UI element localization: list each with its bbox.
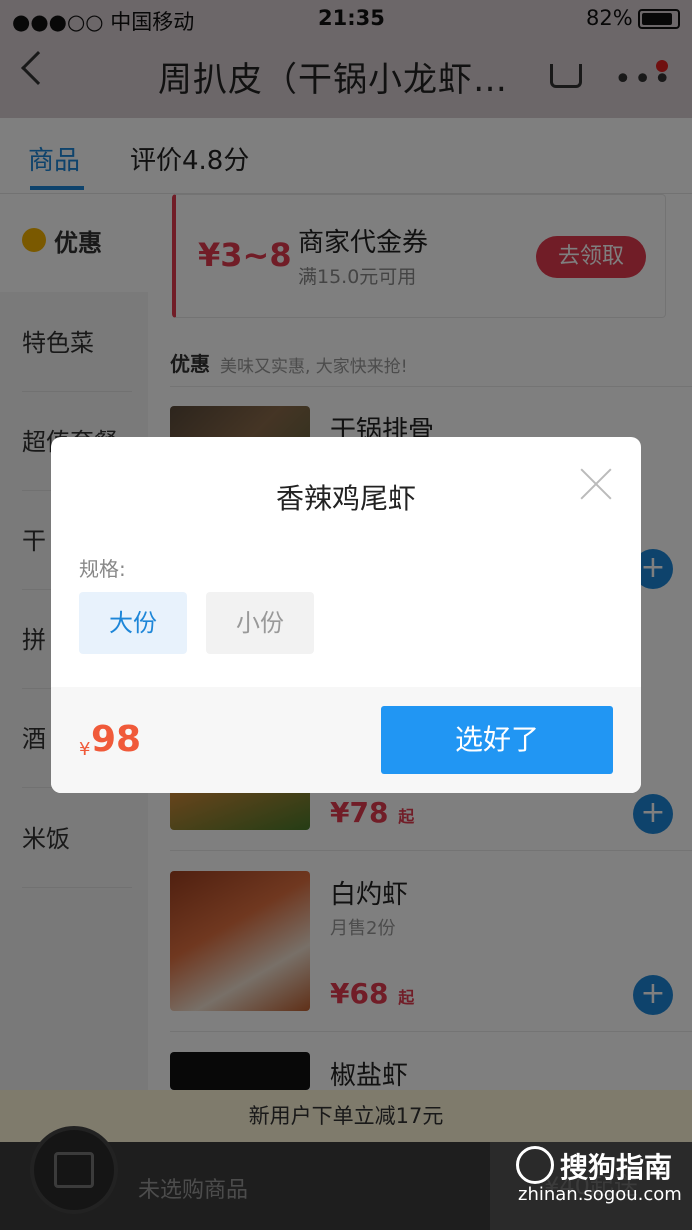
option-large[interactable]: 大份 — [79, 592, 187, 654]
dialog-price: 98 — [91, 719, 142, 760]
spec-dialog: 香辣鸡尾虾 规格: 大份 小份 ¥ 98 选好了 — [51, 437, 641, 793]
close-icon[interactable] — [579, 467, 613, 501]
dialog-title: 香辣鸡尾虾 — [275, 482, 416, 515]
sogou-logo-icon — [516, 1146, 554, 1184]
watermark-brand: 搜狗指南 — [560, 1151, 673, 1184]
option-small[interactable]: 小份 — [206, 592, 314, 654]
confirm-button[interactable]: 选好了 — [381, 706, 613, 774]
spec-label: 规格: — [79, 557, 126, 581]
watermark-url: zhinan.sogou.com — [518, 1184, 682, 1205]
currency-symbol: ¥ — [79, 739, 91, 760]
